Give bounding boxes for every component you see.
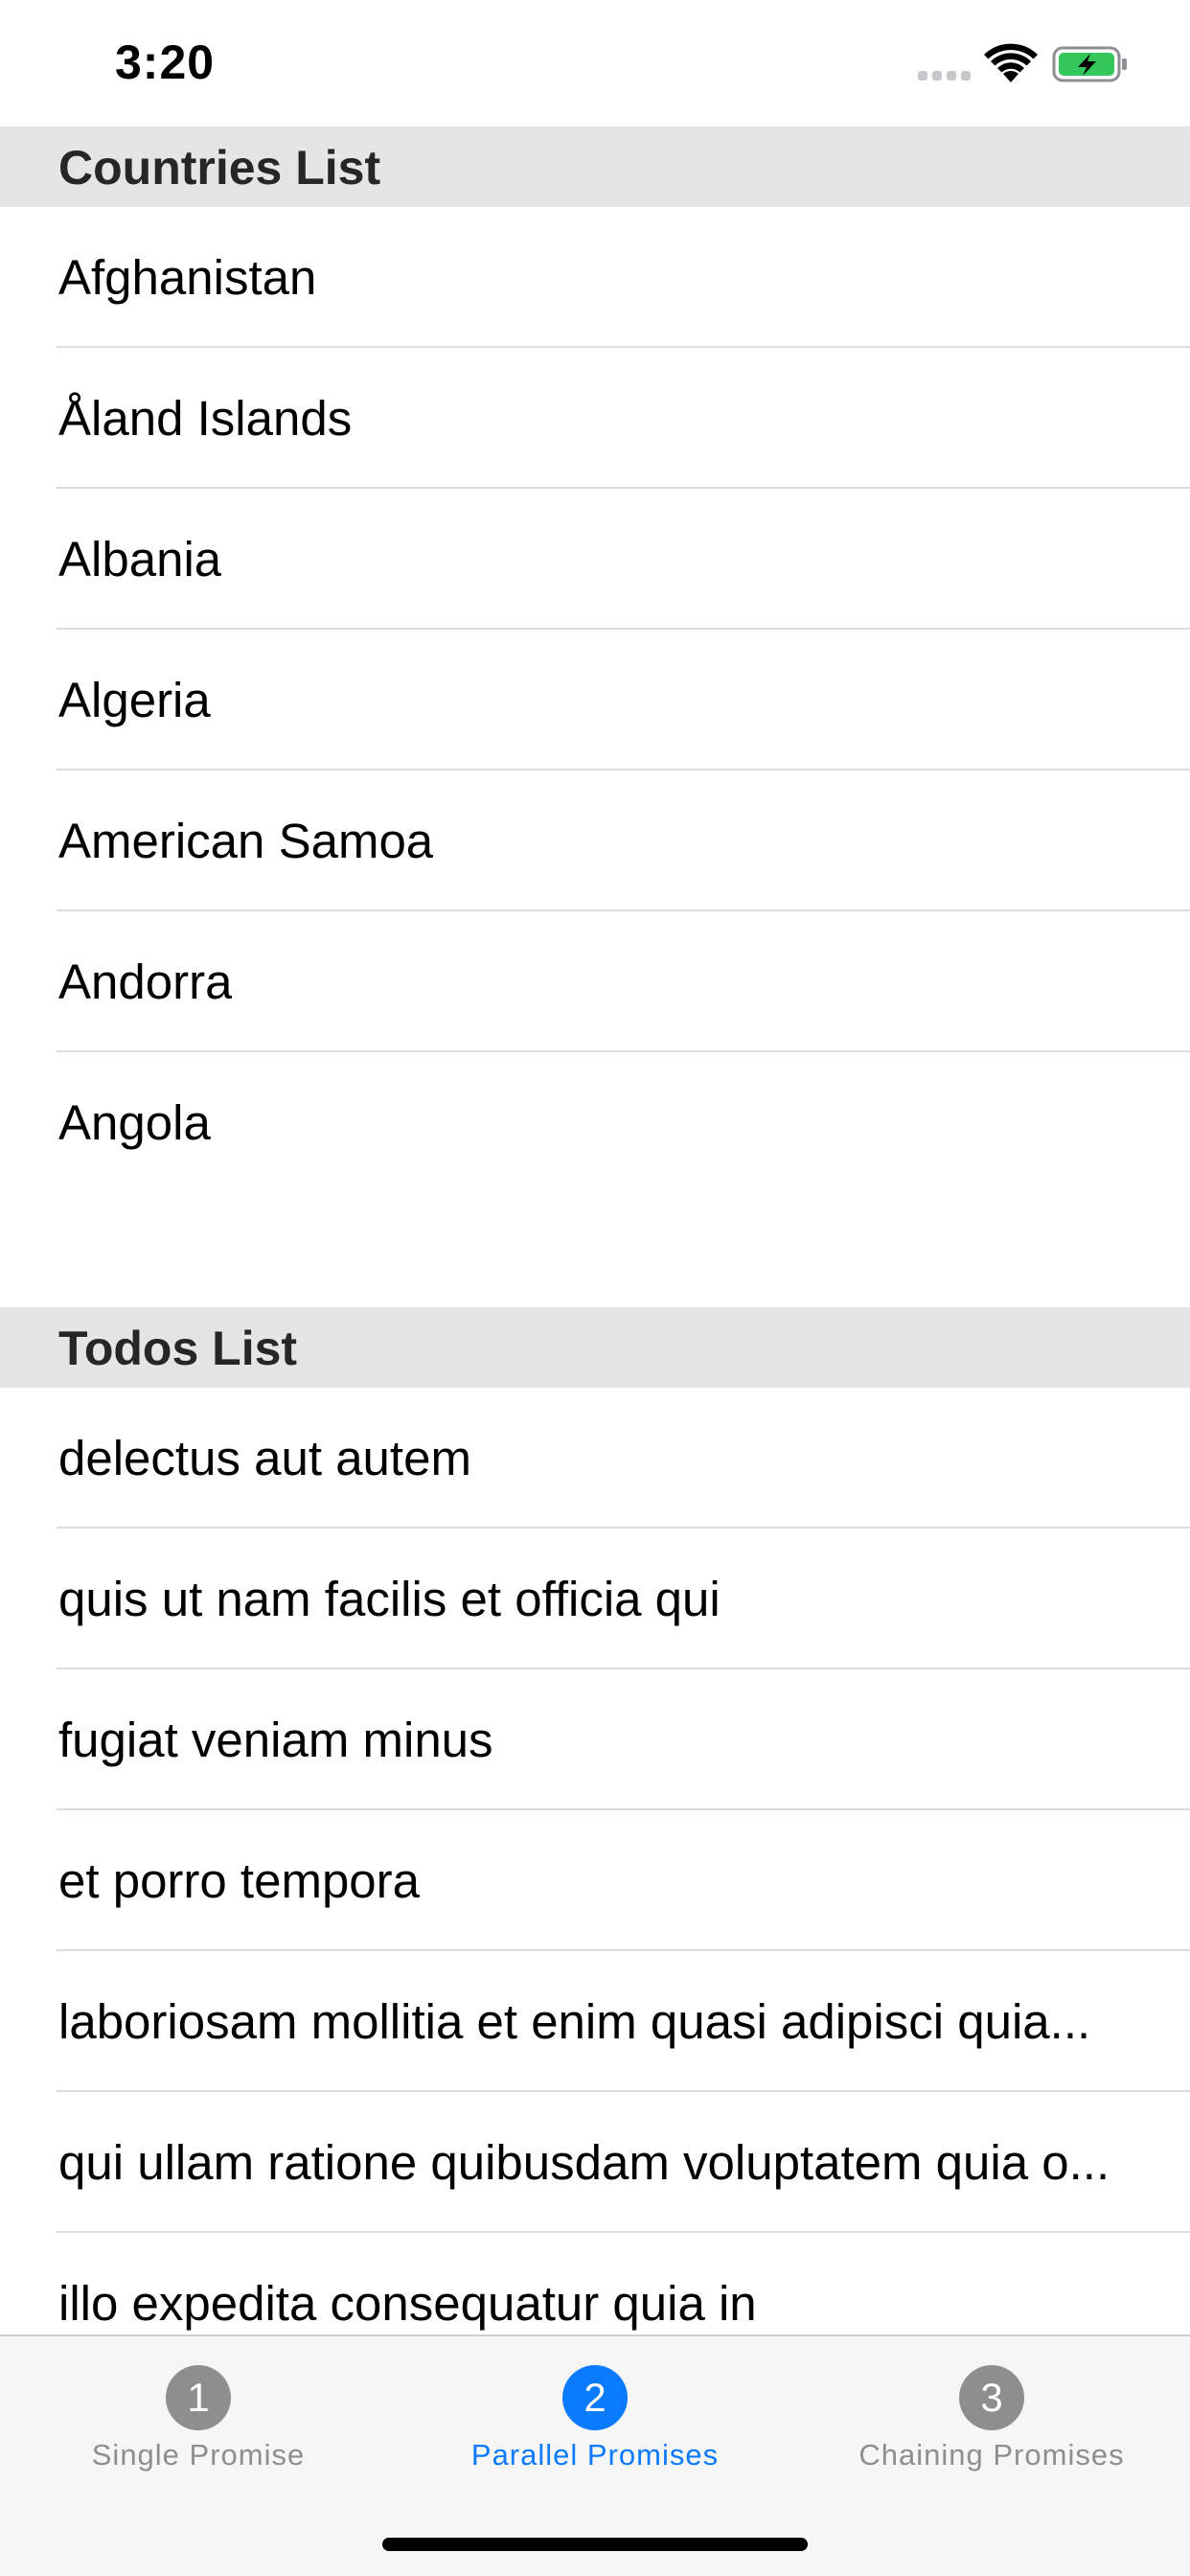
country-row[interactable]: American Samoa <box>0 770 1190 911</box>
todos-section-header: Todos List <box>0 1307 1190 1388</box>
todo-row[interactable]: laboriosam mollitia et enim quasi adipis… <box>0 1951 1190 2092</box>
todo-title: delectus aut autem <box>58 1431 471 1485</box>
status-time: 3:20 <box>115 35 216 89</box>
todo-row[interactable]: et porro tempora <box>0 1810 1190 1951</box>
tab-label: Parallel Promises <box>470 2438 720 2472</box>
tab-chaining-promises[interactable]: 3 Chaining Promises <box>793 2336 1190 2499</box>
country-row[interactable]: Afghanistan <box>0 207 1190 348</box>
tab-number-badge: 1 <box>166 2365 231 2430</box>
country-name: Åland Islands <box>58 391 353 446</box>
tab-label: Single Promise <box>91 2438 306 2472</box>
tab-number-badge: 3 <box>959 2365 1024 2430</box>
todo-title: quis ut nam facilis et officia qui <box>58 1572 721 1626</box>
todo-row[interactable]: qui ullam ratione quibusdam voluptatem q… <box>0 2092 1190 2233</box>
section-title: Countries List <box>58 141 381 195</box>
country-name: American Samoa <box>58 814 434 868</box>
section-title: Todos List <box>58 1322 298 1375</box>
tab-label: Chaining Promises <box>858 2438 1125 2472</box>
country-name: Algeria <box>58 673 211 727</box>
tab-number-badge: 2 <box>562 2365 628 2430</box>
country-row[interactable]: Albania <box>0 489 1190 630</box>
todo-title: qui ullam ratione quibusdam voluptatem q… <box>58 2135 1110 2190</box>
cellular-signal-icon <box>918 71 972 80</box>
country-name: Andorra <box>58 954 233 1009</box>
home-indicator[interactable] <box>382 2538 808 2551</box>
battery-charging-icon <box>1052 46 1127 82</box>
country-name: Angola <box>58 1095 211 1150</box>
todo-row[interactable]: delectus aut autem <box>0 1388 1190 1529</box>
country-row[interactable]: Algeria <box>0 630 1190 770</box>
country-row[interactable]: Andorra <box>0 911 1190 1052</box>
status-bar: 3:20 <box>0 0 1190 126</box>
todo-title: laboriosam mollitia et enim quasi adipis… <box>58 1994 1091 2049</box>
todo-row[interactable]: quis ut nam facilis et officia qui <box>0 1529 1190 1669</box>
wifi-icon <box>984 43 1038 82</box>
country-row[interactable]: Angola <box>0 1052 1190 1193</box>
todo-title: illo expedita consequatur quia in <box>58 2276 757 2331</box>
tab-single-promise[interactable]: 1 Single Promise <box>0 2336 397 2499</box>
countries-section-header: Countries List <box>0 126 1190 207</box>
country-name: Albania <box>58 532 222 586</box>
todo-title: et porro tempora <box>58 1853 421 1908</box>
tab-parallel-promises[interactable]: 2 Parallel Promises <box>397 2336 793 2499</box>
todo-row[interactable]: fugiat veniam minus <box>0 1669 1190 1810</box>
todo-title: fugiat veniam minus <box>58 1713 493 1767</box>
country-row[interactable]: Åland Islands <box>0 348 1190 489</box>
country-name: Afghanistan <box>58 250 317 305</box>
